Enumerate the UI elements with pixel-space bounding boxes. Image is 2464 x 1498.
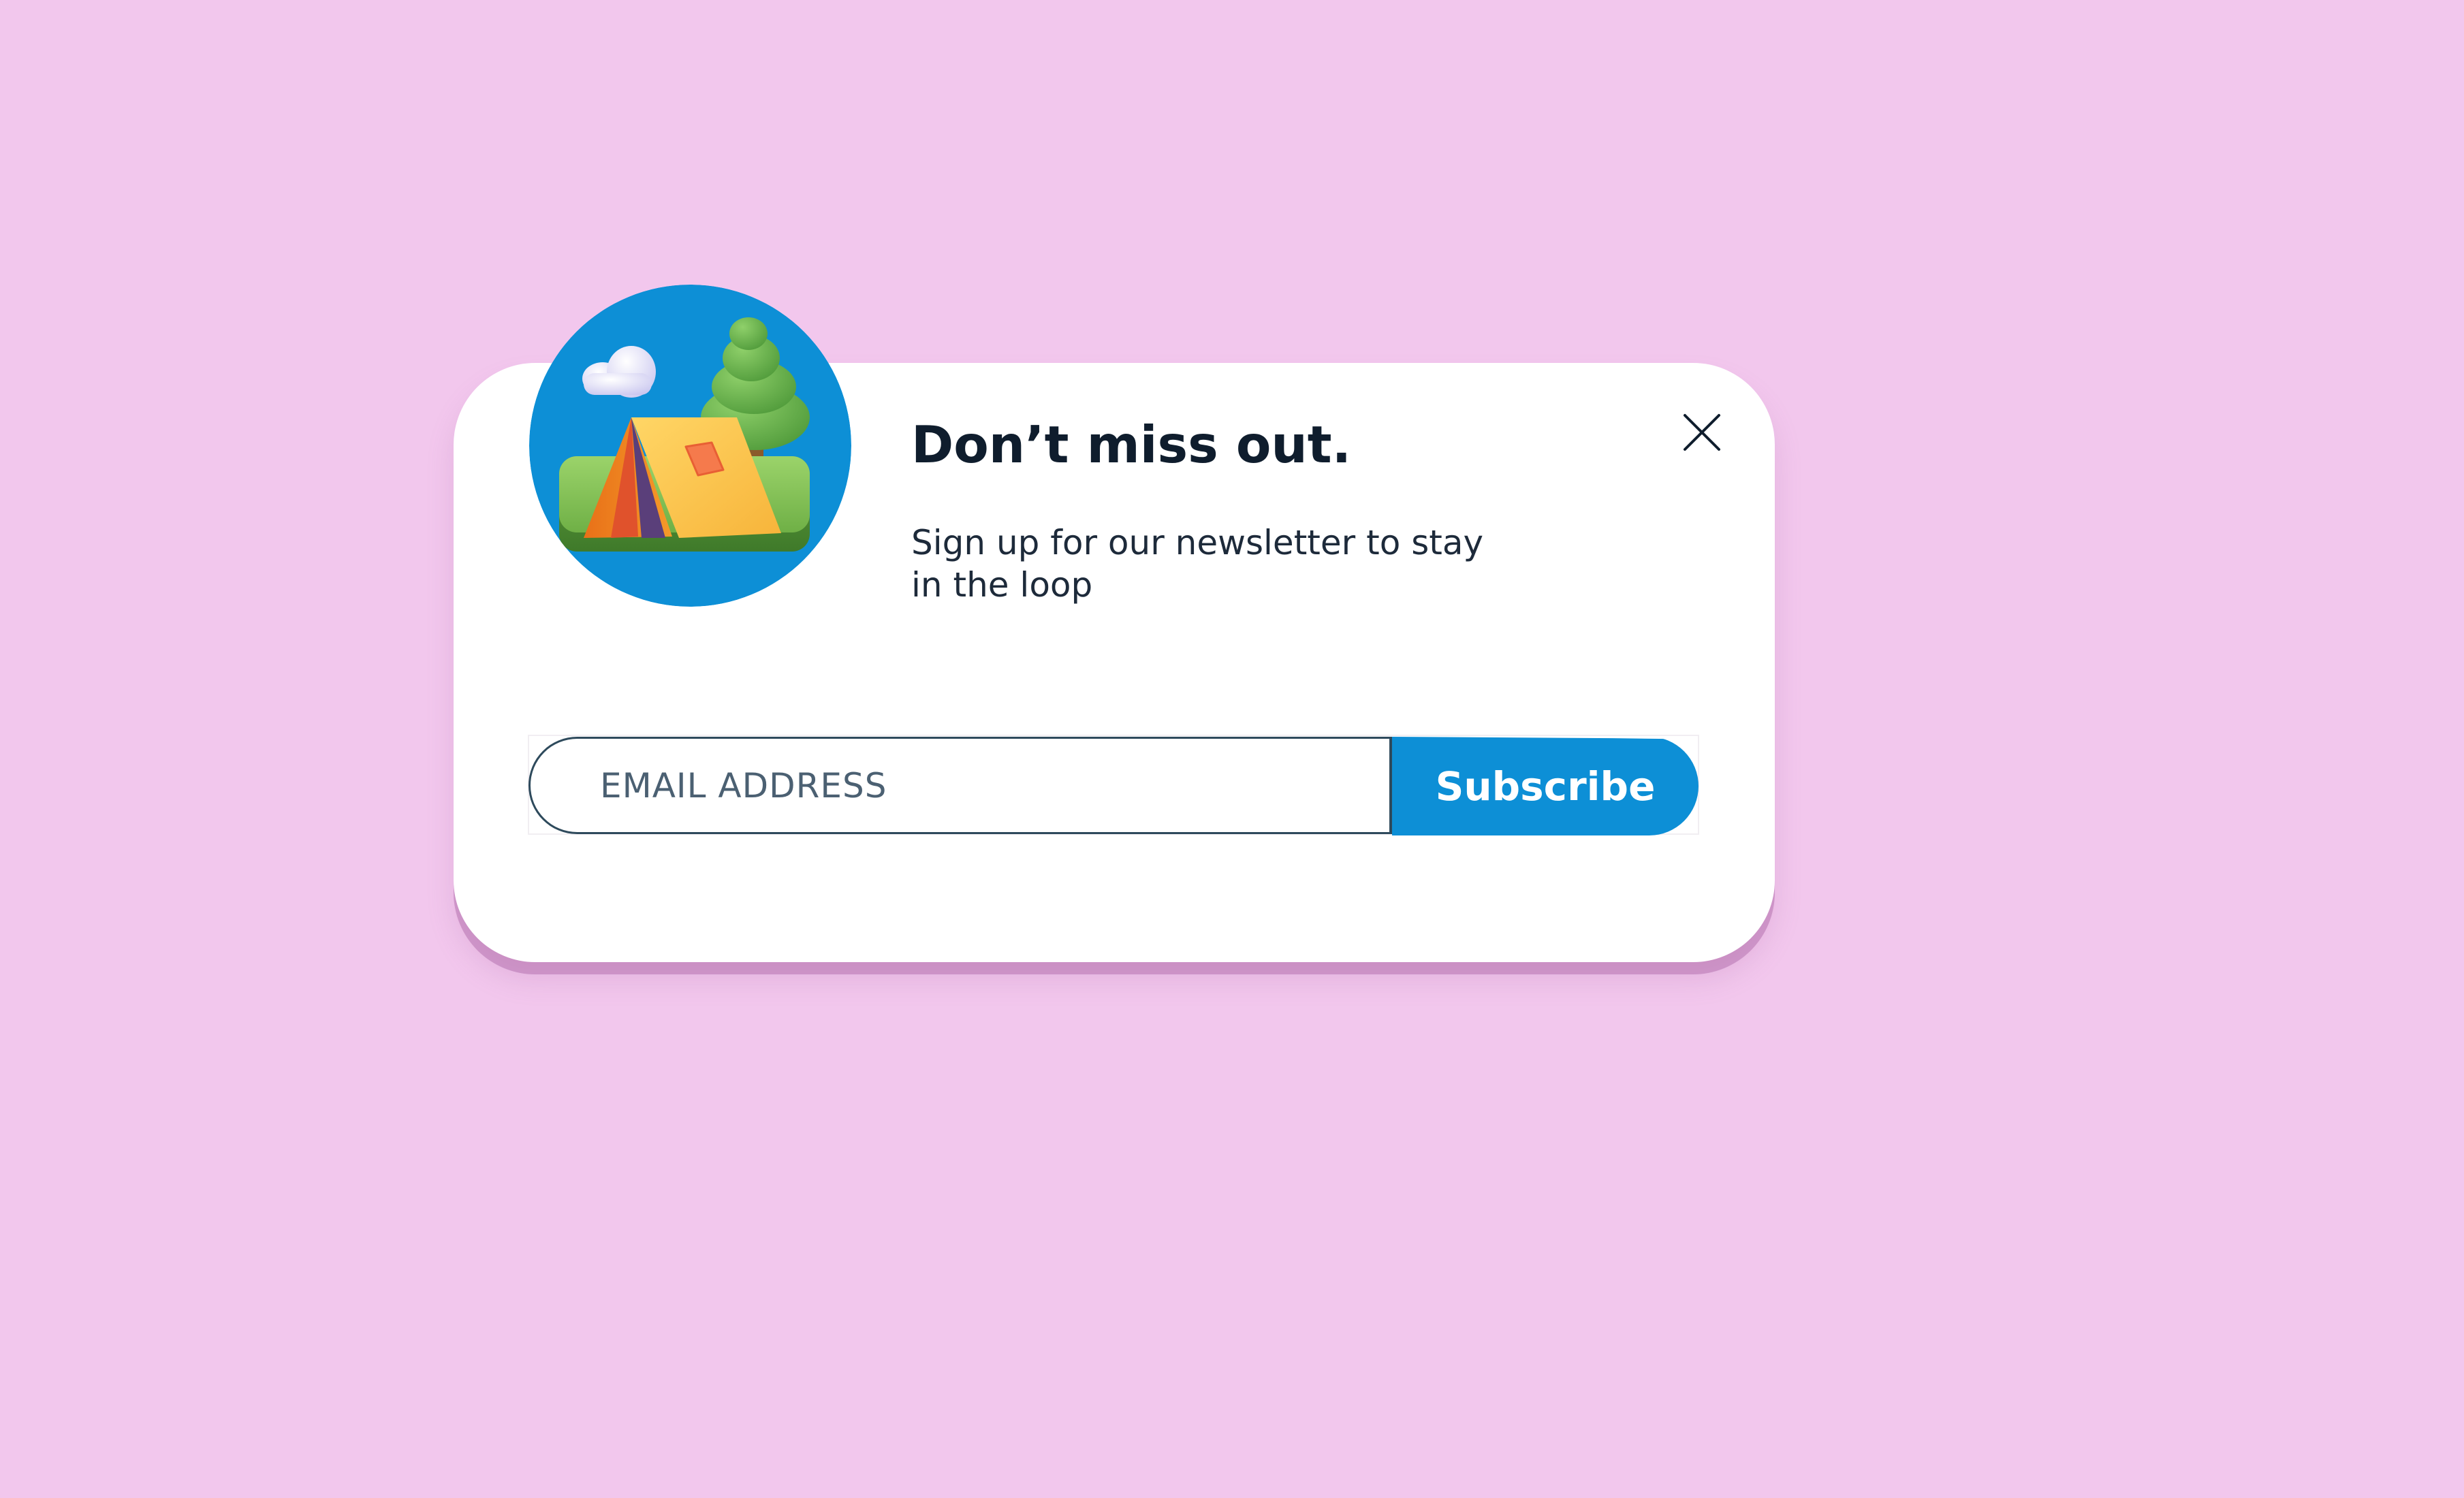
close-icon	[1684, 414, 1720, 451]
email-input[interactable]	[528, 737, 1392, 834]
popup-subtitle: Sign up for our newsletter to stay in th…	[911, 523, 1484, 605]
subscribe-button[interactable]: Subscribe	[1392, 737, 1699, 835]
popup-title: Don’t miss out.	[911, 415, 1352, 475]
close-button[interactable]	[1679, 410, 1724, 455]
camping-tent-illustration	[529, 285, 851, 607]
